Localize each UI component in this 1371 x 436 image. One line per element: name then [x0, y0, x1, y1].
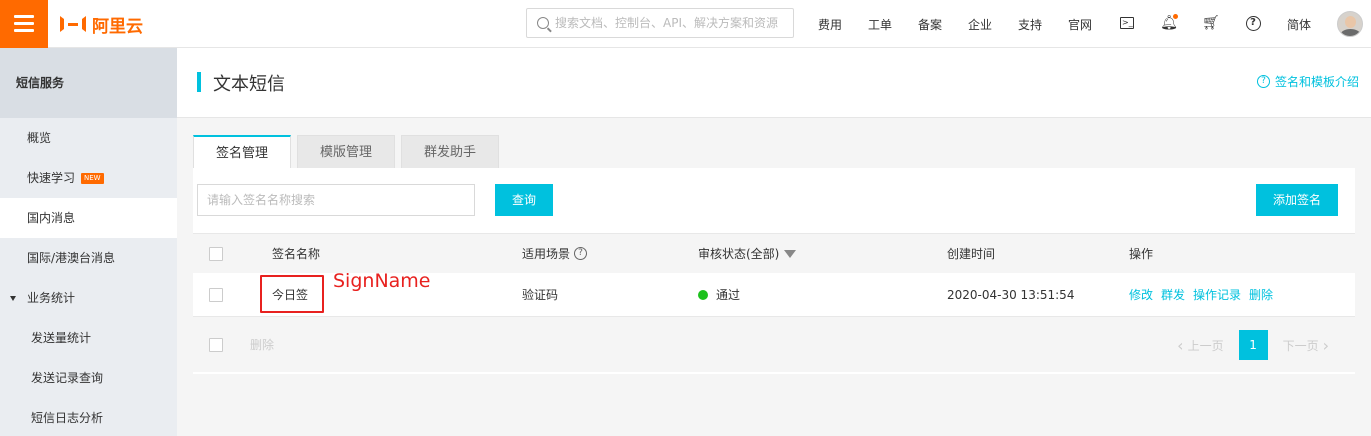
aliyun-logo[interactable]: 阿里云 [60, 13, 143, 37]
status-label: 通过 [716, 288, 741, 302]
cell-created-time: 2020-04-30 13:51:54 [947, 287, 1075, 302]
cart-icon[interactable]: 🛒︎ [1202, 14, 1220, 32]
cell-scene: 验证码 [522, 288, 559, 302]
pagination: ‹ 上一页 1 下一页 › [1173, 330, 1333, 360]
tab-bulk-send[interactable]: 群发助手 [401, 135, 499, 168]
sidebar-group-statistics[interactable]: 业务统计 [0, 278, 177, 318]
signature-table: 签名名称 适用场景? 审核状态(全部) 创建时间 操作 今日签 验证码 通过 2… [193, 233, 1355, 372]
header-created: 创建时间 [947, 247, 996, 261]
next-page-button[interactable]: 下一页 › [1283, 336, 1333, 355]
sidebar-item-label: 国内消息 [27, 211, 76, 225]
bulk-send-link[interactable]: 群发 [1161, 286, 1185, 303]
chevron-left-icon: ‹ [1177, 335, 1184, 355]
sidebar-item-quick-learn[interactable]: 快速学习 NEW [0, 158, 177, 198]
header-actions: 操作 [1129, 247, 1154, 261]
add-signature-button[interactable]: 添加签名 [1256, 184, 1338, 216]
sidebar-item-send-records[interactable]: 发送记录查询 [0, 358, 177, 398]
cloud-shell-icon[interactable]: >_ [1118, 14, 1136, 32]
signature-template-help-link[interactable]: ? 签名和模板介绍 [1256, 73, 1359, 90]
question-circle-icon[interactable]: ? [574, 247, 588, 260]
header-scene: 适用场景? [522, 234, 588, 273]
bell-icon[interactable]: 🔔︎ [1160, 14, 1178, 32]
aliyun-logo-mark [60, 16, 86, 32]
language-switch[interactable]: 简体 [1287, 16, 1311, 33]
current-page[interactable]: 1 [1238, 330, 1268, 360]
sidebar-item-international[interactable]: 国际/港澳台消息 [0, 238, 177, 278]
global-search-input[interactable] [555, 16, 785, 30]
footer-select-cell [209, 317, 223, 372]
filter-icon[interactable] [784, 249, 797, 258]
header-signature-name: 签名名称 [272, 247, 321, 261]
sidebar-item-label: 发送记录查询 [31, 371, 104, 385]
tab-bar: 签名管理 模版管理 群发助手 [193, 135, 505, 169]
select-all-cell [209, 234, 223, 273]
cell-actions: 修改 群发 操作记录 删除 [1129, 273, 1281, 316]
select-all-checkbox[interactable] [209, 246, 223, 261]
sidebar-item-log-analysis[interactable]: 短信日志分析 [0, 398, 177, 436]
sidebar-item-overview[interactable]: 概览 [0, 118, 177, 158]
top-navbar: 阿里云 费用 工单 备案 企业 支持 官网 >_ 🔔︎ 🛒︎ ? 简体 [0, 0, 1371, 48]
page-title: 文本短信 [213, 74, 285, 95]
query-button[interactable]: 查询 [495, 184, 553, 216]
footer-select-all-checkbox[interactable] [209, 337, 223, 352]
nav-icp[interactable]: 备案 [918, 16, 942, 33]
logo-text: 阿里云 [92, 16, 143, 37]
sidebar: 短信服务 概览 快速学习 NEW 国内消息 国际/港澳台消息 业务统计 发送量统计… [0, 48, 177, 436]
sidebar-item-send-volume[interactable]: 发送量统计 [0, 318, 177, 358]
signature-search-input[interactable] [197, 184, 475, 216]
bulk-delete-button[interactable]: 删除 [250, 317, 274, 372]
nav-support[interactable]: 支持 [1018, 16, 1042, 33]
signname-annotation: SignName [333, 270, 431, 292]
caret-down-icon [10, 296, 16, 301]
edit-link[interactable]: 修改 [1129, 286, 1153, 303]
signname-highlight-box [260, 275, 324, 313]
tab-template-management[interactable]: 模版管理 [297, 135, 395, 168]
sidebar-item-label: 快速学习 [27, 171, 76, 185]
row-select-cell [209, 273, 223, 316]
sidebar-item-label: 业务统计 [27, 291, 76, 305]
table-header: 签名名称 适用场景? 审核状态(全部) 创建时间 操作 [193, 233, 1355, 273]
table-footer: 删除 ‹ 上一页 1 下一页 › [193, 317, 1355, 372]
header-status-label: 审核状态(全部) [698, 247, 780, 261]
chevron-right-icon: › [1322, 335, 1329, 355]
sidebar-header: 短信服务 [0, 48, 177, 118]
global-search[interactable] [526, 8, 794, 38]
page-header: 文本短信 ? 签名和模板介绍 [177, 48, 1371, 118]
operation-log-link[interactable]: 操作记录 [1193, 286, 1241, 303]
tab-signature-management[interactable]: 签名管理 [193, 135, 291, 169]
sidebar-item-label: 概览 [27, 131, 52, 145]
sidebar-item-label: 发送量统计 [31, 331, 92, 345]
search-icon [537, 17, 549, 29]
prev-page-label: 上一页 [1187, 338, 1224, 353]
new-badge: NEW [81, 173, 104, 184]
row-checkbox[interactable] [209, 287, 223, 302]
header-status[interactable]: 审核状态(全部) [698, 234, 797, 273]
help-link-label: 签名和模板介绍 [1274, 75, 1359, 89]
nav-tickets[interactable]: 工单 [868, 16, 892, 33]
nav-website[interactable]: 官网 [1068, 16, 1092, 33]
cell-status: 通过 [698, 273, 740, 316]
delete-link[interactable]: 删除 [1249, 286, 1273, 303]
sidebar-item-domestic[interactable]: 国内消息 [0, 198, 177, 238]
header-scene-label: 适用场景 [522, 247, 571, 261]
help-icon[interactable]: ? [1244, 14, 1262, 32]
status-ok-dot [698, 289, 708, 300]
nav-enterprise[interactable]: 企业 [968, 16, 992, 33]
user-avatar[interactable] [1337, 11, 1363, 37]
prev-page-button[interactable]: ‹ 上一页 [1173, 336, 1223, 355]
notification-dot [1173, 14, 1178, 19]
question-circle-icon: ? [1256, 75, 1270, 88]
title-accent-bar [197, 72, 201, 92]
sidebar-item-label: 国际/港澳台消息 [27, 251, 116, 265]
nav-billing[interactable]: 费用 [818, 16, 842, 33]
sidebar-item-label: 短信日志分析 [31, 411, 104, 425]
hamburger-menu-icon[interactable] [0, 0, 48, 48]
next-page-label: 下一页 [1282, 338, 1319, 353]
